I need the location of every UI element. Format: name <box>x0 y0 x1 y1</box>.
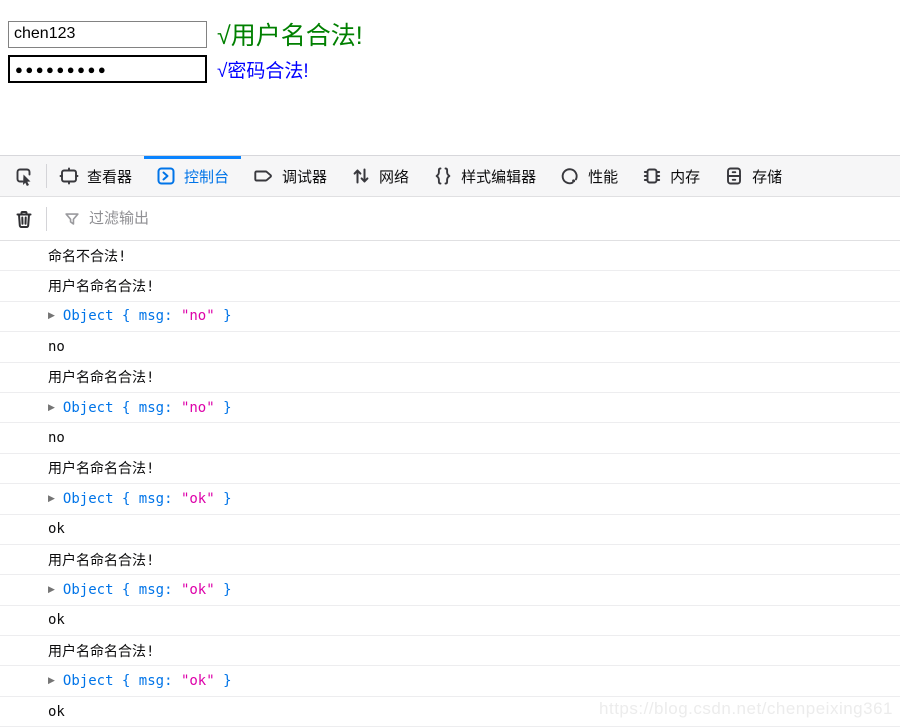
tab-label: 样式编辑器 <box>461 166 536 187</box>
clear-console-button[interactable] <box>8 197 40 240</box>
tab-style-editor[interactable]: 样式编辑器 <box>421 156 548 196</box>
object-preview-string[interactable]: "ok" <box>181 582 215 598</box>
object-preview-pre[interactable]: Object { msg: <box>63 400 181 416</box>
console-object-row: ▶ Object { msg: "no" } <box>0 393 900 423</box>
tab-memory[interactable]: 内存 <box>630 156 712 196</box>
object-preview-string[interactable]: "no" <box>181 308 215 324</box>
log-message: 命名不合法! <box>48 246 126 266</box>
inspector-icon <box>59 166 79 186</box>
log-message: ok <box>48 704 65 720</box>
expand-triangle-icon[interactable]: ▶ <box>48 494 55 504</box>
performance-icon <box>560 166 580 186</box>
tab-console[interactable]: 控制台 <box>144 156 241 196</box>
tab-storage[interactable]: 存储 <box>712 156 794 196</box>
expand-triangle-icon[interactable]: ▶ <box>48 676 55 686</box>
memory-icon <box>642 166 662 186</box>
password-input[interactable] <box>8 55 207 83</box>
tab-network[interactable]: 网络 <box>339 156 421 196</box>
console-log-row: ok <box>0 606 900 636</box>
tab-debugger[interactable]: 调试器 <box>241 156 339 196</box>
pick-element-button[interactable] <box>8 156 40 196</box>
console-log-row: 用户名命名合法! <box>0 363 900 393</box>
console-log-row: no <box>0 423 900 453</box>
style-editor-icon <box>433 166 453 186</box>
log-message: ok <box>48 612 65 628</box>
log-message: 用户名命名合法! <box>48 458 154 478</box>
devtools-tabbar: 查看器 控制台 调试器 <box>0 155 900 197</box>
trash-icon <box>14 209 34 229</box>
console-object-row: ▶ Object { msg: "no" } <box>0 302 900 332</box>
tab-label: 控制台 <box>184 166 229 187</box>
log-message: ok <box>48 521 65 537</box>
object-preview-post[interactable]: } <box>215 491 232 507</box>
console-object-row: ▶ Object { msg: "ok" } <box>0 575 900 605</box>
tab-label: 存储 <box>752 166 782 187</box>
log-message: 用户名命名合法! <box>48 550 154 570</box>
log-message: 用户名命名合法! <box>48 367 154 387</box>
username-valid-message: √用户名合法! <box>217 16 363 52</box>
filter-funnel-icon <box>63 210 81 228</box>
expand-triangle-icon[interactable]: ▶ <box>48 311 55 321</box>
tab-inspector[interactable]: 查看器 <box>47 156 144 196</box>
object-preview-pre[interactable]: Object { msg: <box>63 308 181 324</box>
object-preview-post[interactable]: } <box>215 308 232 324</box>
log-message: no <box>48 339 65 355</box>
tab-label: 网络 <box>379 166 409 187</box>
log-message: 用户名命名合法! <box>48 276 154 296</box>
object-preview-post[interactable]: } <box>215 582 232 598</box>
console-log-row: 用户名命名合法! <box>0 271 900 301</box>
expand-triangle-icon[interactable]: ▶ <box>48 585 55 595</box>
console-icon <box>156 166 176 186</box>
console-log-row: 用户名命名合法! <box>0 636 900 666</box>
expand-triangle-icon[interactable]: ▶ <box>48 403 55 413</box>
pick-element-icon <box>14 166 34 186</box>
object-preview-string[interactable]: "ok" <box>181 673 215 689</box>
tab-label: 性能 <box>588 166 618 187</box>
toolbar-divider <box>46 207 47 231</box>
object-preview-pre[interactable]: Object { msg: <box>63 491 181 507</box>
log-message: 用户名命名合法! <box>48 641 154 661</box>
log-message: no <box>48 430 65 446</box>
password-row: √密码合法! <box>8 55 363 83</box>
object-preview-pre[interactable]: Object { msg: <box>63 673 181 689</box>
console-output: 命名不合法! 用户名命名合法! ▶ Object { msg: "no" } n… <box>0 241 900 727</box>
console-filterbar <box>0 197 900 241</box>
devtools-panel: 查看器 控制台 调试器 <box>0 155 900 727</box>
console-object-row: ▶ Object { msg: "ok" } <box>0 484 900 514</box>
console-log-row: 命名不合法! <box>0 241 900 271</box>
object-preview-post[interactable]: } <box>215 673 232 689</box>
console-log-row: ok <box>0 697 900 727</box>
username-input[interactable] <box>8 21 207 48</box>
console-object-row: ▶ Object { msg: "ok" } <box>0 666 900 696</box>
console-log-row: no <box>0 332 900 362</box>
tab-label: 内存 <box>670 166 700 187</box>
tab-label: 查看器 <box>87 166 132 187</box>
login-form: √用户名合法! √密码合法! <box>8 16 363 86</box>
tab-performance[interactable]: 性能 <box>548 156 630 196</box>
object-preview-string[interactable]: "ok" <box>181 491 215 507</box>
password-valid-message: √密码合法! <box>217 56 309 83</box>
tab-label: 调试器 <box>282 166 327 187</box>
filter-output-input[interactable] <box>89 210 900 227</box>
object-preview-string[interactable]: "no" <box>181 400 215 416</box>
object-preview-post[interactable]: } <box>215 400 232 416</box>
network-icon <box>351 166 371 186</box>
debugger-icon <box>253 166 274 186</box>
console-log-row: ok <box>0 515 900 545</box>
object-preview-pre[interactable]: Object { msg: <box>63 582 181 598</box>
console-log-row: 用户名命名合法! <box>0 545 900 575</box>
username-row: √用户名合法! <box>8 16 363 52</box>
console-log-row: 用户名命名合法! <box>0 454 900 484</box>
storage-icon <box>724 166 744 186</box>
